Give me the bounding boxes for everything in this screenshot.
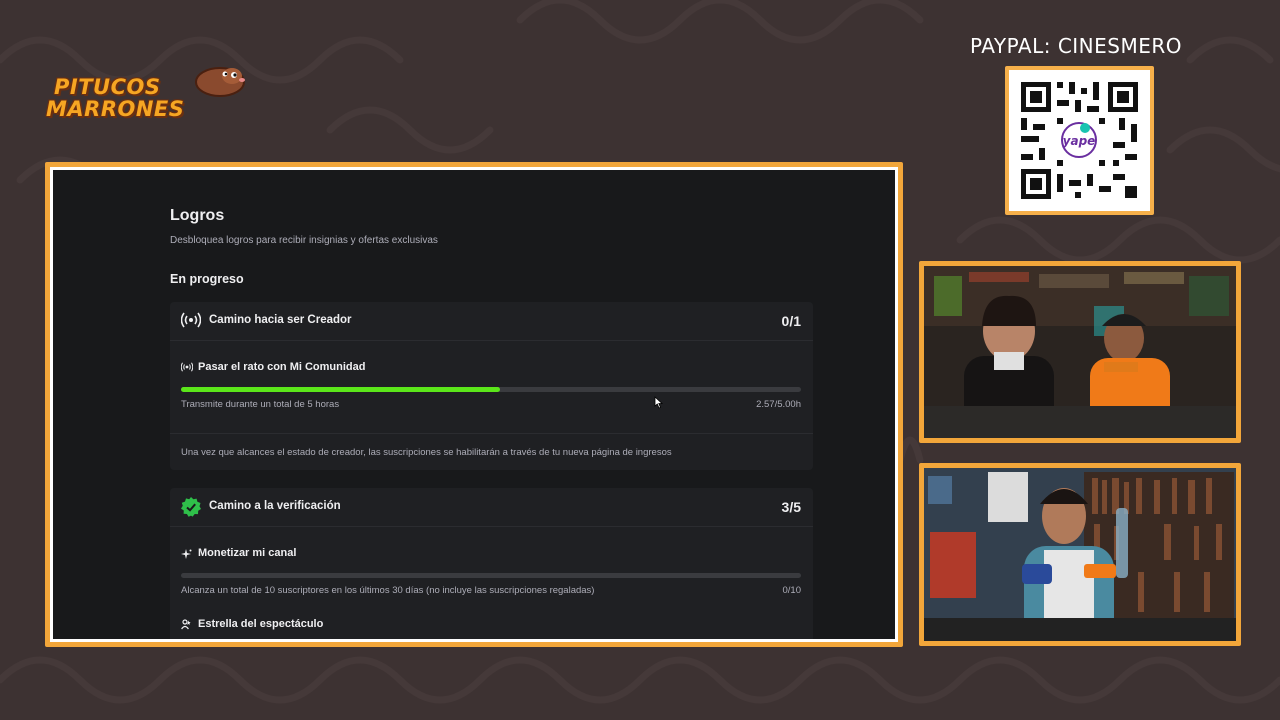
- card-header[interactable]: Camino a la verificación 3/5: [170, 488, 813, 527]
- progress-bar-fill: [181, 387, 500, 392]
- sparkle-icon: [181, 549, 192, 559]
- card-title: Camino a la verificación: [209, 500, 341, 512]
- achievement-description: Transmite durante un total de 5 horas: [181, 399, 340, 410]
- yape-logo: yape: [1063, 134, 1096, 148]
- card-footer-text: Una vez que alcances el estado de creado…: [181, 447, 672, 458]
- achievement-title: Estrella del espectáculo: [198, 618, 324, 630]
- progress-bar: [181, 387, 801, 392]
- logo-line1: PITUCOS: [54, 75, 161, 99]
- broadcast-small-icon: [181, 362, 193, 372]
- webcam-image-2: [924, 468, 1236, 641]
- paypal-label: PAYPAL: CINESMERO: [969, 34, 1182, 58]
- screen-capture: Logros Desbloquea logros para recibir in…: [50, 167, 898, 642]
- achievement-card-verification[interactable]: Camino a la verificación 3/5 Monetizar m…: [170, 488, 813, 639]
- mouse-cursor-icon: [654, 396, 663, 409]
- logo-line2: MARRONES: [46, 97, 185, 121]
- achievement-title: Monetizar mi canal: [198, 547, 297, 559]
- achievement-card-creator[interactable]: Camino hacia ser Creador 0/1 Pasar el ra…: [170, 302, 813, 470]
- webcam-feed-1: [924, 266, 1236, 438]
- achievement-description: Alcanza un total de 10 suscriptores en l…: [181, 585, 595, 596]
- mascot-icon: [195, 67, 245, 97]
- verified-check-icon: [181, 497, 201, 517]
- card-count: 0/1: [781, 313, 801, 329]
- section-title-in-progress: En progreso: [170, 272, 244, 286]
- people-icon: [181, 619, 191, 630]
- card-title: Camino hacia ser Creador: [209, 314, 352, 326]
- card-count: 3/5: [781, 499, 801, 515]
- webcam-feed-2: [924, 468, 1236, 641]
- progress-bar: [181, 573, 801, 578]
- webcam-image-1: [924, 266, 1236, 438]
- channel-logo: PITUCOS MARRONES: [42, 60, 252, 130]
- divider: [170, 433, 813, 434]
- card-header[interactable]: Camino hacia ser Creador 0/1: [170, 302, 813, 341]
- qr-code-icon: yape: [1021, 82, 1138, 199]
- qr-code: yape: [1009, 70, 1150, 211]
- broadcast-icon: [181, 312, 201, 328]
- achievement-progress-value: 0/10: [782, 585, 802, 596]
- screen-capture-frame: Logros Desbloquea logros para recibir in…: [45, 162, 903, 647]
- achievement-title: Pasar el rato con Mi Comunidad: [198, 361, 366, 373]
- achievements-page: Logros Desbloquea logros para recibir in…: [53, 170, 895, 639]
- page-subtitle: Desbloquea logros para recibir insignias…: [170, 235, 438, 246]
- achievement-progress-value: 2.57/5.00h: [756, 399, 801, 410]
- page-title: Logros: [170, 207, 225, 224]
- webcam-frame-1: [919, 261, 1241, 443]
- webcam-frame-2: [919, 463, 1241, 646]
- qr-code-frame: yape: [1005, 66, 1154, 215]
